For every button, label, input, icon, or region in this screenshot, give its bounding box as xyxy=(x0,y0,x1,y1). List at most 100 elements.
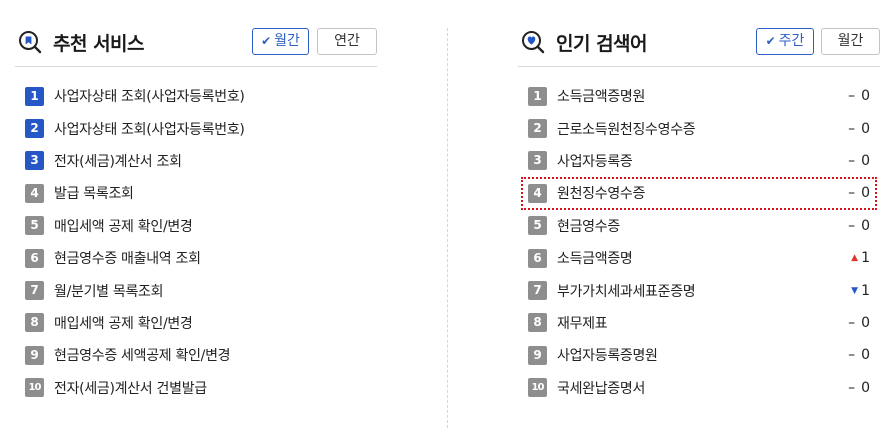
list-item-label[interactable]: 월/분기별 목록조회 xyxy=(54,281,164,301)
page-title: 인기 검색어 xyxy=(556,33,648,55)
rank-change: –0 xyxy=(848,177,870,209)
list-item[interactable]: 1 소득금액증명원 –0 xyxy=(518,80,880,112)
rank-badge: 3 xyxy=(25,151,44,171)
tab-monthly-label: 월간 xyxy=(837,33,864,49)
heart-search-icon xyxy=(522,31,545,54)
no-change-icon: – xyxy=(848,152,856,169)
no-change-icon: – xyxy=(848,185,856,202)
list-item[interactable]: 7 부가가치세과세표준증명 ▼ 1 xyxy=(518,274,880,306)
list-item-label[interactable]: 현금영수증 xyxy=(557,216,620,236)
rank-change: ▼ 1 xyxy=(851,274,870,306)
rank-change: –0 xyxy=(848,372,870,404)
list-item-label[interactable]: 부가가치세과세표준증명 xyxy=(557,281,696,301)
rank-change: ▲ 1 xyxy=(851,242,870,274)
list-item[interactable]: 5 현금영수증 –0 xyxy=(518,210,880,242)
no-change-icon: – xyxy=(848,347,856,364)
rank-change: –0 xyxy=(848,80,870,112)
rank-badge: 7 xyxy=(528,281,547,301)
list-item-label[interactable]: 소득금액증명원 xyxy=(557,86,645,106)
recommended-list: 1 사업자상태 조회(사업자등록번호) 2 사업자상태 조회(사업자등록번호) 3 전자(… xyxy=(15,67,377,404)
rank-down-icon: ▼ xyxy=(851,285,859,296)
rank-badge: 9 xyxy=(528,345,547,365)
list-item[interactable]: 10 전자(세금)계산서 건별발급 xyxy=(15,372,377,404)
list-item[interactable]: 2 근로소득원천징수영수증 –0 xyxy=(518,112,880,144)
list-item-label[interactable]: 근로소득원천징수영수증 xyxy=(557,119,696,139)
rank-change-value: 0 xyxy=(861,379,870,396)
recommended-services-panel: 추천 서비스 ✔ 월간 연간 1 사업자상태 조회(사업자등록번호) 2 사업자상태 조… xyxy=(15,0,377,404)
rank-change-value: 0 xyxy=(861,347,870,364)
rank-change-value: 1 xyxy=(861,282,870,299)
rank-change: –0 xyxy=(848,145,870,177)
check-icon: ✔ xyxy=(765,34,776,48)
list-item[interactable]: 3 전자(세금)계산서 조회 xyxy=(15,145,377,177)
no-change-icon: – xyxy=(848,88,856,105)
list-item[interactable]: 6 현금영수증 매출내역 조회 xyxy=(15,242,377,274)
rank-badge: 2 xyxy=(528,119,547,139)
list-item[interactable]: 10 국세완납증명서 –0 xyxy=(518,372,880,404)
list-item-label[interactable]: 소득금액증명 xyxy=(557,248,633,268)
rank-badge: 8 xyxy=(528,313,547,333)
rank-badge: 5 xyxy=(25,216,44,236)
list-item-label[interactable]: 사업자상태 조회(사업자등록번호) xyxy=(54,119,245,139)
list-item[interactable]: 9 현금영수증 세액공제 확인/변경 xyxy=(15,339,377,371)
list-item[interactable]: 4 발급 목록조회 xyxy=(15,177,377,209)
rank-change: –0 xyxy=(848,307,870,339)
tab-monthly[interactable]: 월간 xyxy=(821,28,880,55)
list-item-label[interactable]: 매입세액 공제 확인/변경 xyxy=(54,313,193,333)
popular-list: 1 소득금액증명원 –0 2 근로소득원천징수영수증 –0 3 사업자등록증 –0 4 원천징수영수… xyxy=(518,67,880,404)
list-item[interactable]: 1 사업자상태 조회(사업자등록번호) xyxy=(15,80,377,112)
list-item[interactable]: 7 월/분기별 목록조회 xyxy=(15,274,377,306)
rank-badge: 3 xyxy=(528,151,547,171)
list-item[interactable]: 3 사업자등록증 –0 xyxy=(518,145,880,177)
rank-badge: 2 xyxy=(25,119,44,139)
popular-searches-panel: 인기 검색어 ✔ 주간 월간 1 소득금액증명원 –0 2 근로소득원천징수영수증 –0 3 사… xyxy=(518,0,880,404)
list-item[interactable]: 4 원천징수영수증 –0 xyxy=(518,177,880,210)
rank-change: –0 xyxy=(848,210,870,242)
rank-change-value: 0 xyxy=(861,217,870,234)
list-item-label[interactable]: 국세완납증명서 xyxy=(557,378,645,398)
list-item-label[interactable]: 현금영수증 세액공제 확인/변경 xyxy=(54,345,231,365)
rank-change-value: 0 xyxy=(861,120,870,137)
rank-up-icon: ▲ xyxy=(851,253,859,264)
list-item[interactable]: 8 재무제표 –0 xyxy=(518,307,880,339)
rank-badge: 1 xyxy=(528,86,547,106)
rank-badge: 4 xyxy=(25,183,44,203)
rank-badge: 5 xyxy=(528,216,547,236)
tab-monthly[interactable]: ✔ 월간 xyxy=(252,28,309,55)
list-item-label[interactable]: 전자(세금)계산서 조회 xyxy=(54,151,182,171)
list-item-label[interactable]: 사업자등록증명원 xyxy=(557,345,658,365)
tab-weekly[interactable]: ✔ 주간 xyxy=(756,28,814,55)
list-item-label[interactable]: 원천징수영수증 xyxy=(557,183,645,203)
list-item[interactable]: 2 사업자상태 조회(사업자등록번호) xyxy=(15,112,377,144)
tab-yearly[interactable]: 연간 xyxy=(317,28,377,55)
tab-yearly-label: 연간 xyxy=(334,33,360,49)
list-item-label[interactable]: 재무제표 xyxy=(557,313,608,333)
rank-change-value: 0 xyxy=(861,152,870,169)
no-change-icon: – xyxy=(848,120,856,137)
panel-divider xyxy=(447,28,448,428)
rank-badge: 6 xyxy=(528,248,547,268)
rank-change-value: 0 xyxy=(861,314,870,331)
rank-badge: 10 xyxy=(25,378,44,398)
rank-badge: 1 xyxy=(25,86,44,106)
list-item-label[interactable]: 매입세액 공제 확인/변경 xyxy=(54,216,193,236)
rank-badge: 6 xyxy=(25,248,44,268)
list-item-label[interactable]: 사업자상태 조회(사업자등록번호) xyxy=(54,86,245,106)
rank-change: –0 xyxy=(848,339,870,371)
list-item-label[interactable]: 전자(세금)계산서 건별발급 xyxy=(54,378,207,398)
no-change-icon: – xyxy=(848,379,856,396)
recommended-header: 추천 서비스 ✔ 월간 연간 xyxy=(15,0,377,67)
list-item-label[interactable]: 발급 목록조회 xyxy=(54,183,134,203)
rank-change-value: 1 xyxy=(861,250,870,267)
rank-badge: 10 xyxy=(528,378,547,398)
list-item[interactable]: 9 사업자등록증명원 –0 xyxy=(518,339,880,371)
list-item-label[interactable]: 현금영수증 매출내역 조회 xyxy=(54,248,201,268)
check-icon: ✔ xyxy=(261,34,272,48)
list-item[interactable]: 5 매입세액 공제 확인/변경 xyxy=(15,210,377,242)
list-item[interactable]: 6 소득금액증명 ▲ 1 xyxy=(518,242,880,274)
rank-change: –0 xyxy=(848,112,870,144)
rank-change-value: 0 xyxy=(861,185,870,202)
rank-change-value: 0 xyxy=(861,88,870,105)
list-item[interactable]: 8 매입세액 공제 확인/변경 xyxy=(15,307,377,339)
list-item-label[interactable]: 사업자등록증 xyxy=(557,151,633,171)
